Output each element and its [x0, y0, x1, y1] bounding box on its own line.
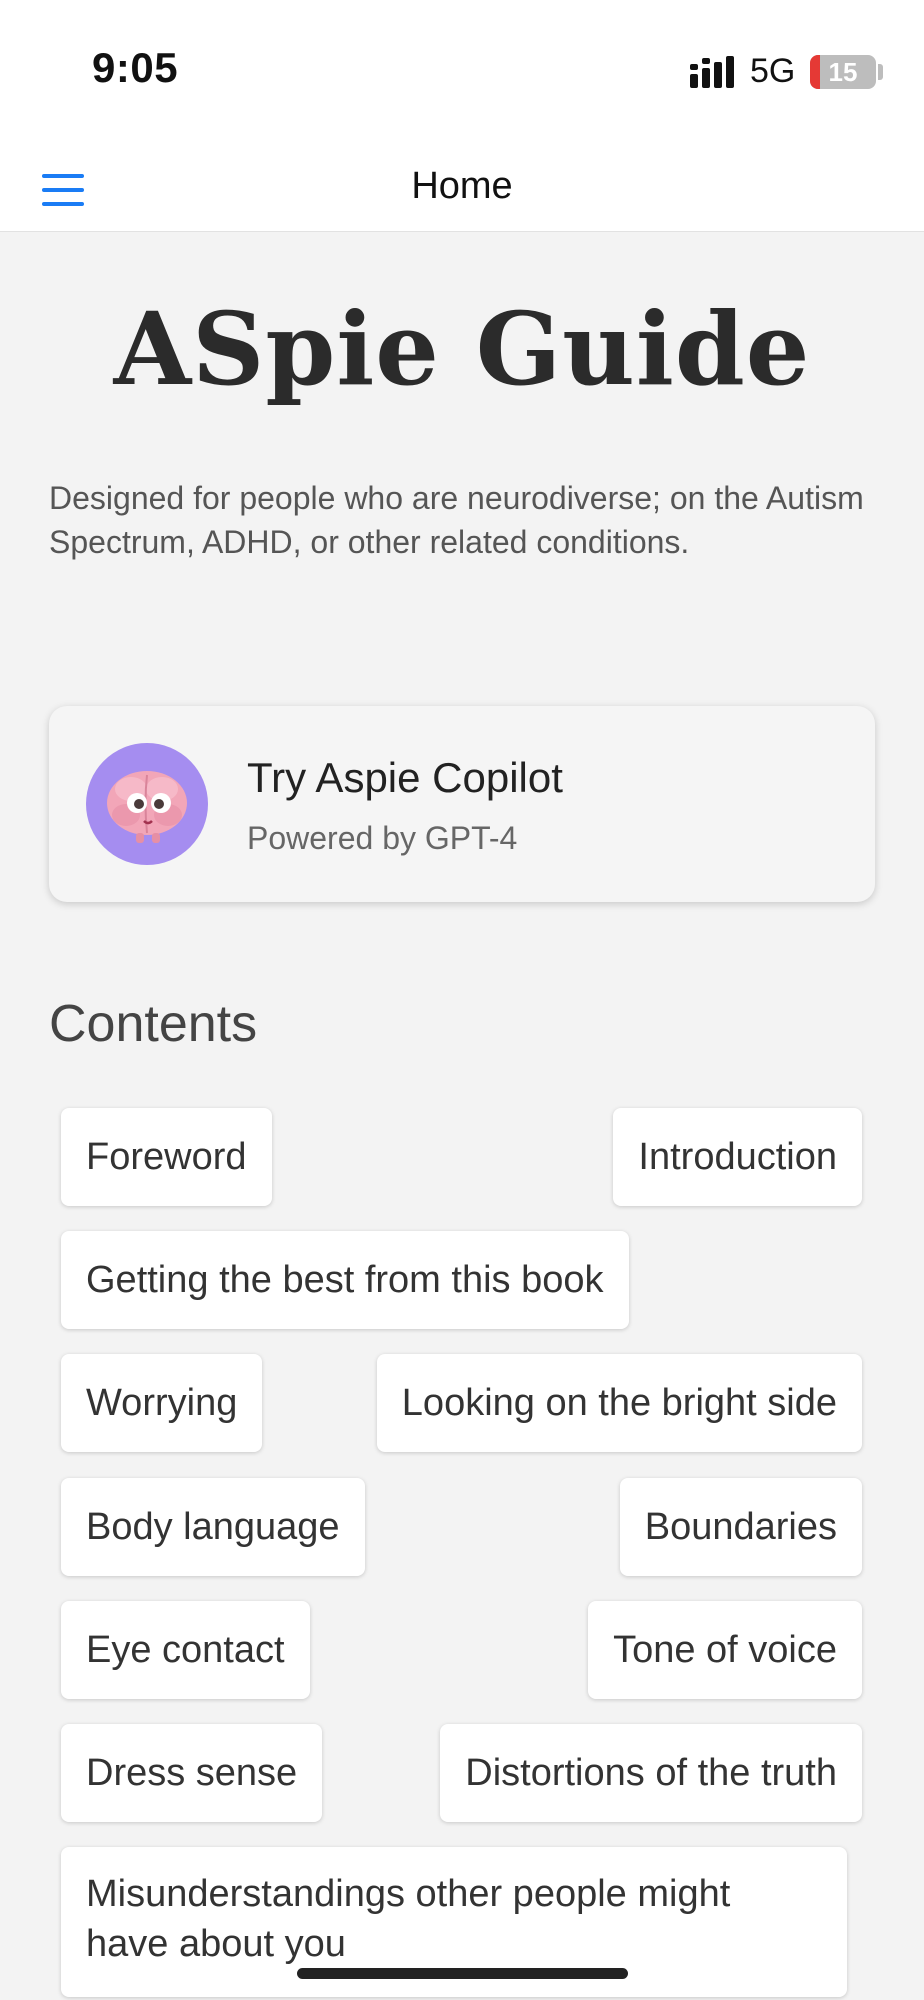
page-title: Home	[411, 165, 513, 207]
network-type: 5G	[750, 52, 796, 90]
chip-body-language[interactable]: Body language	[61, 1478, 365, 1576]
hamburger-menu-icon[interactable]	[38, 158, 94, 214]
signal-strength-icon	[690, 56, 734, 88]
copilot-subtitle: Powered by GPT-4	[247, 820, 518, 856]
chip-tone-of-voice[interactable]: Tone of voice	[588, 1601, 862, 1699]
copilot-title: Try Aspie Copilot	[247, 754, 563, 801]
status-time: 9:05	[92, 44, 179, 91]
chip-dress-sense[interactable]: Dress sense	[61, 1724, 323, 1822]
app-description: Designed for people who are neurodiverse…	[49, 480, 864, 560]
chip-looking-on-bright-side[interactable]: Looking on the bright side	[376, 1354, 862, 1452]
nav-bar: Home	[0, 140, 924, 232]
chip-boundaries[interactable]: Boundaries	[619, 1478, 862, 1576]
brain-avatar-icon	[86, 743, 208, 865]
chip-worrying[interactable]: Worrying	[61, 1354, 263, 1452]
chip-eye-contact[interactable]: Eye contact	[61, 1601, 310, 1699]
home-indicator[interactable]	[297, 1968, 628, 1979]
copilot-card[interactable]: Try Aspie Copilot Powered by GPT-4	[49, 706, 875, 902]
chip-foreword[interactable]: Foreword	[61, 1108, 272, 1206]
chip-distortions-of-truth[interactable]: Distortions of the truth	[440, 1724, 862, 1822]
status-bar: 9:05 5G 15	[0, 0, 924, 140]
battery-level: 15	[828, 57, 858, 87]
chip-introduction[interactable]: Introduction	[613, 1108, 862, 1206]
chip-getting-the-best[interactable]: Getting the best from this book	[61, 1231, 629, 1329]
contents-heading: Contents	[49, 995, 258, 1053]
app-title: ASpie Guide	[113, 290, 811, 408]
battery-nub	[878, 64, 883, 80]
battery-icon: 15	[810, 55, 876, 89]
